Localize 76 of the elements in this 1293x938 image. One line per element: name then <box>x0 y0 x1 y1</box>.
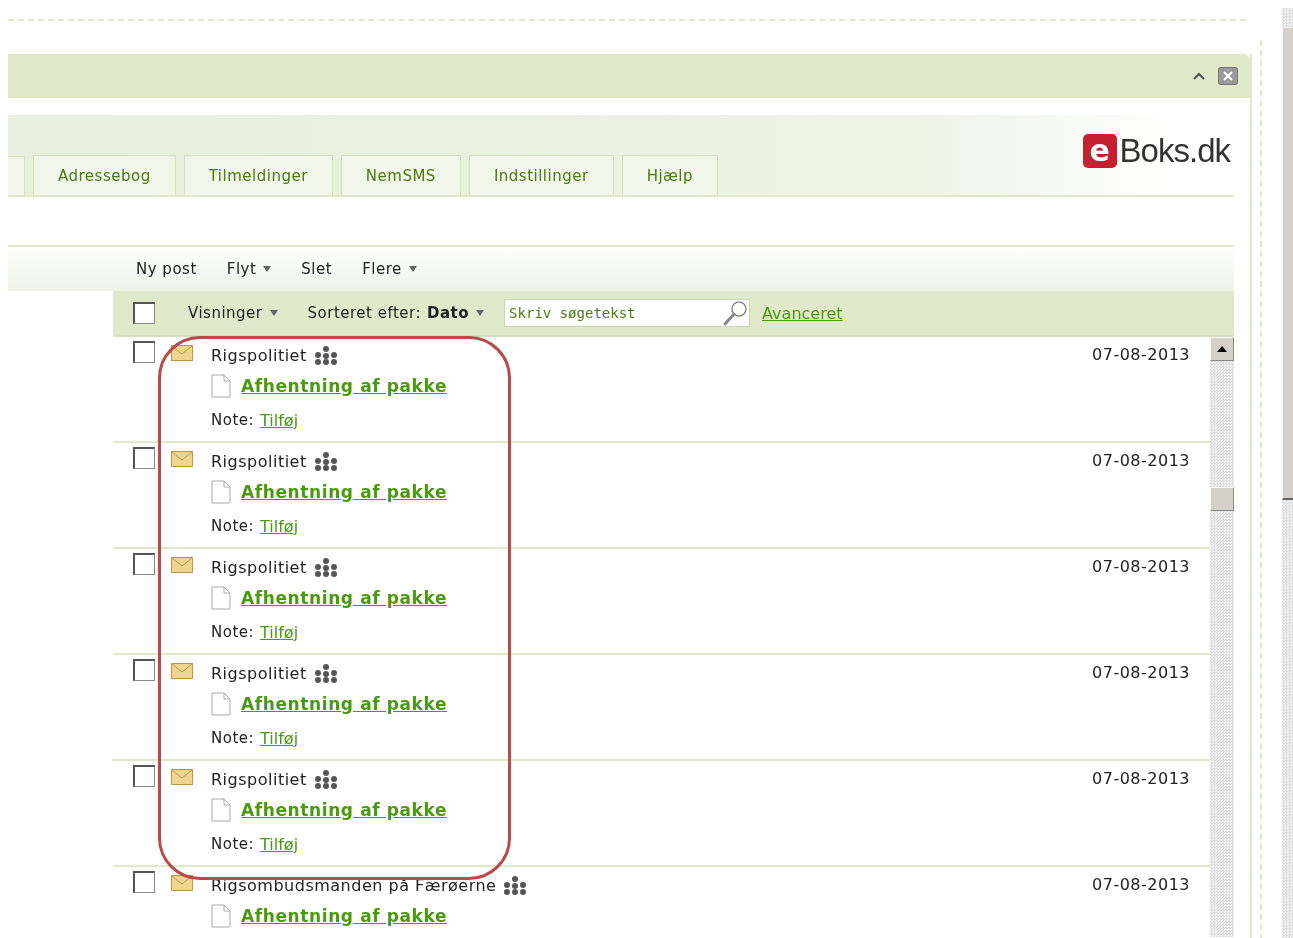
collapse-icon[interactable] <box>1192 71 1206 81</box>
nav-tab[interactable]: Hjælp <box>621 155 718 195</box>
toolbar-button[interactable]: Slet <box>293 256 341 282</box>
page-scrollbar[interactable] <box>1282 8 1293 938</box>
row-checkbox[interactable] <box>133 553 155 575</box>
toolbar-button[interactable]: Ny post <box>128 256 205 282</box>
note-label: Note: <box>211 835 255 853</box>
nav-tab[interactable]: Tilmeldinger <box>183 155 333 195</box>
add-note-link[interactable]: Tilføj <box>260 622 299 642</box>
document-icon <box>211 798 231 822</box>
sender-name: Rigspolitiet <box>211 345 307 365</box>
add-note-link[interactable]: Tilføj <box>260 728 299 748</box>
nav-tab[interactable]: NemSMS <box>340 155 461 195</box>
sender-name: Rigspolitiet <box>211 663 307 683</box>
message-subject-link[interactable]: Afhentning af pakke <box>241 694 448 714</box>
message-date: 07-08-2013 <box>1092 556 1191 578</box>
envelope-icon <box>171 345 193 361</box>
envelope-icon <box>171 769 193 785</box>
sort-label: Sorteret efter: <box>307 304 422 322</box>
group-icon <box>502 875 529 895</box>
note-label: Note: <box>211 623 255 641</box>
document-icon <box>211 480 231 504</box>
envelope-icon <box>171 663 193 679</box>
message-date: 07-08-2013 <box>1092 450 1191 472</box>
row-checkbox[interactable] <box>133 765 155 787</box>
message-date: 07-08-2013 <box>1092 874 1191 896</box>
toolbar-button[interactable]: Flere <box>354 256 425 282</box>
logo-badge: e <box>1082 134 1117 168</box>
sort-dropdown[interactable]: Dato <box>421 300 493 326</box>
message-subject-link[interactable]: Afhentning af pakke <box>241 800 448 820</box>
nav-tab[interactable]: Indstillinger <box>468 155 614 195</box>
scroll-up-icon[interactable] <box>1217 346 1227 352</box>
caret-icon <box>476 310 485 316</box>
nav-tab[interactable]: Adressebog <box>33 155 176 195</box>
group-icon <box>312 557 339 577</box>
document-icon <box>211 692 231 716</box>
close-icon[interactable] <box>1218 67 1238 85</box>
add-note-link[interactable]: Tilføj <box>260 410 299 430</box>
message-subject-link[interactable]: Afhentning af pakke <box>241 376 448 396</box>
note-label: Note: <box>211 729 255 747</box>
envelope-icon <box>171 451 193 467</box>
add-note-link[interactable]: Tilføj <box>260 516 299 536</box>
message-date: 07-08-2013 <box>1092 662 1191 684</box>
views-dropdown[interactable]: Visninger <box>180 300 286 326</box>
caret-icon <box>269 310 278 316</box>
advanced-search-link[interactable]: Avanceret <box>762 303 843 323</box>
scroll-thumb[interactable] <box>1210 487 1234 511</box>
scrollbar[interactable] <box>1210 337 1234 937</box>
message-date: 07-08-2013 <box>1092 768 1191 790</box>
sender-name: Rigspolitiet <box>211 557 307 577</box>
row-checkbox[interactable] <box>133 871 155 893</box>
message-subject-link[interactable]: Afhentning af pakke <box>241 588 448 608</box>
message-subject-link[interactable]: Afhentning af pakke <box>241 906 448 926</box>
group-icon <box>312 769 339 789</box>
envelope-icon <box>171 557 193 573</box>
group-icon <box>312 345 339 365</box>
note-label: Note: <box>211 411 255 429</box>
document-icon <box>211 904 231 928</box>
row-checkbox[interactable] <box>133 447 155 469</box>
note-label: Note: <box>211 517 255 535</box>
select-all-checkbox[interactable] <box>133 302 155 324</box>
logo-text: Boks.dk <box>1119 132 1230 170</box>
group-icon <box>312 663 339 683</box>
group-icon <box>312 451 339 471</box>
sender-name: Rigspolitiet <box>211 451 307 471</box>
toolbar-button[interactable]: Flyt <box>218 256 280 282</box>
sender-name: Rigspolitiet <box>211 769 307 789</box>
document-icon <box>211 374 231 398</box>
message-subject-link[interactable]: Afhentning af pakke <box>241 482 448 502</box>
envelope-icon <box>171 875 193 891</box>
add-note-link[interactable]: Tilføj <box>260 834 299 854</box>
message-date: 07-08-2013 <box>1092 344 1191 366</box>
row-checkbox[interactable] <box>133 659 155 681</box>
search-field[interactable]: Skriv søgetekst <box>504 299 751 327</box>
row-checkbox[interactable] <box>133 341 155 363</box>
document-icon <box>211 586 231 610</box>
